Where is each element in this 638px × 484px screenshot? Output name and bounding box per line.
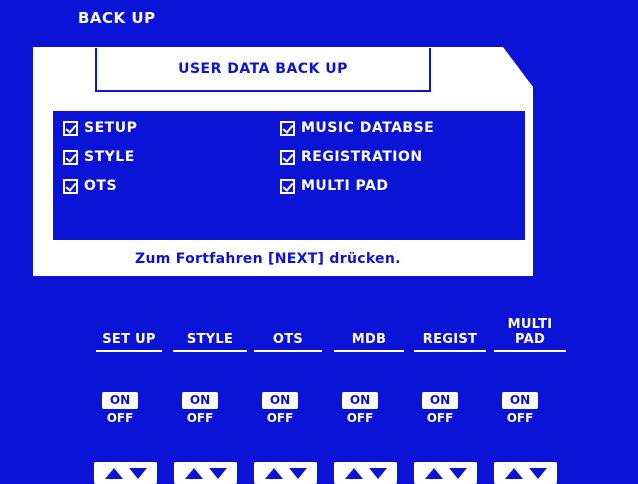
option-style[interactable]: STYLE [63, 149, 135, 165]
toggle-off-style[interactable]: OFF [182, 411, 218, 425]
toggle-on-ots[interactable]: ON [262, 392, 298, 409]
toggle-on-style[interactable]: ON [182, 392, 218, 409]
option-label: OTS [84, 178, 118, 194]
toggle-off-setup[interactable]: OFF [102, 411, 138, 425]
dialog-title: USER DATA BACK UP [95, 48, 431, 92]
toggle-off-mdb[interactable]: OFF [342, 411, 378, 425]
checkbox-checked-icon[interactable] [280, 149, 295, 165]
col-underline [96, 350, 162, 352]
page-title: BACK UP [78, 9, 156, 27]
toggle-on-setup[interactable]: ON [102, 392, 138, 409]
option-label: MULTI PAD [301, 178, 389, 194]
down-triangle-icon [128, 467, 147, 479]
checkbox-checked-icon[interactable] [63, 178, 78, 194]
col-label-mdb: MDB [351, 332, 387, 347]
col-underline [254, 350, 322, 352]
option-label: MUSIC DATABSE [301, 120, 435, 136]
arrow-button-ots[interactable] [254, 462, 317, 484]
col-underline [334, 350, 404, 352]
arrow-button-style[interactable] [174, 462, 237, 484]
checkbox-checked-icon[interactable] [63, 120, 78, 136]
option-label: SETUP [84, 120, 138, 136]
up-triangle-icon [264, 467, 283, 479]
col-label-multi-pad: MULTI PAD [507, 317, 553, 347]
next-hint: Zum Fortfahren [NEXT] drücken. [135, 251, 401, 267]
option-label: STYLE [84, 149, 135, 165]
col-underline [173, 350, 247, 352]
option-music-database[interactable]: MUSIC DATABSE [280, 120, 434, 136]
toggle-off-multi-pad[interactable]: OFF [502, 411, 538, 425]
checkbox-checked-icon[interactable] [280, 178, 295, 194]
toggle-on-multi-pad[interactable]: ON [502, 392, 538, 409]
arrow-button-mdb[interactable] [334, 462, 397, 484]
toggle-off-ots[interactable]: OFF [262, 411, 298, 425]
toggle-on-regist[interactable]: ON [422, 392, 458, 409]
col-label-regist: REGIST [422, 332, 478, 347]
option-setup[interactable]: SETUP [63, 120, 137, 136]
col-underline [414, 350, 486, 352]
options-box: SETUP STYLE OTS MUSIC DATABSE REGISTRATI… [53, 111, 525, 240]
toggle-on-mdb[interactable]: ON [342, 392, 378, 409]
col-label-style: STYLE [186, 332, 234, 347]
up-triangle-icon [184, 467, 203, 479]
checkbox-checked-icon[interactable] [280, 120, 295, 136]
arrow-button-setup[interactable] [94, 462, 157, 484]
up-triangle-icon [104, 467, 123, 479]
up-triangle-icon [424, 467, 443, 479]
option-registration[interactable]: REGISTRATION [280, 149, 423, 165]
col-underline [494, 350, 566, 352]
checkbox-checked-icon[interactable] [63, 149, 78, 165]
down-triangle-icon [208, 467, 227, 479]
up-triangle-icon [504, 467, 523, 479]
down-triangle-icon [448, 467, 467, 479]
col-label-ots: OTS [272, 332, 304, 347]
option-multi-pad[interactable]: MULTI PAD [280, 178, 388, 194]
option-label: REGISTRATION [301, 149, 423, 165]
toggle-off-regist[interactable]: OFF [422, 411, 458, 425]
col-label-setup: SET UP [102, 332, 156, 347]
down-triangle-icon [288, 467, 307, 479]
down-triangle-icon [528, 467, 547, 479]
arrow-button-multi-pad[interactable] [494, 462, 557, 484]
up-triangle-icon [344, 467, 363, 479]
down-triangle-icon [368, 467, 387, 479]
arrow-button-regist[interactable] [414, 462, 477, 484]
option-ots[interactable]: OTS [63, 178, 117, 194]
